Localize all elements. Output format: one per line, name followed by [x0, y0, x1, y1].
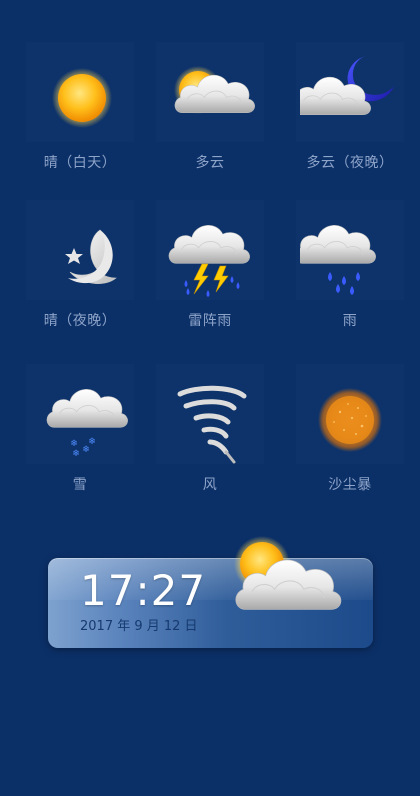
cloudy-night-icon — [300, 56, 394, 116]
weather-item-label: 晴（夜晚） — [43, 313, 117, 329]
weather-icon-grid: 晴（白天） 多云 多云（夜晚） 晴（夜晚） 雷阵雨 雨 ❄ ❄ ❄ ❄ 雪 风 … — [0, 0, 420, 520]
weather-item-cloudy-night[interactable]: 多云（夜晚） — [280, 20, 420, 190]
partly-cloudy-icon — [234, 536, 342, 611]
thunderstorm-icon — [168, 224, 251, 297]
weather-item-label: 风 — [202, 477, 218, 493]
sun-icon — [52, 68, 112, 128]
rain-icon — [300, 224, 377, 295]
weather-item-thunderstorm[interactable]: 雷阵雨 — [140, 178, 280, 348]
weather-item-cloudy[interactable]: 多云 — [140, 20, 280, 190]
svg-text:❄: ❄ — [72, 449, 80, 459]
clear-night-icon — [65, 229, 117, 284]
snow-icon: ❄ ❄ ❄ ❄ — [46, 388, 129, 459]
wind-icon — [177, 385, 247, 464]
weather-item-label: 雪 — [72, 477, 88, 493]
partly-cloudy-icon — [174, 66, 256, 114]
clock-weather-widget[interactable]: 17:27 2017 年 9 月 12 日 — [48, 536, 373, 648]
weather-item-clear-night[interactable]: 晴（夜晚） — [10, 178, 150, 348]
weather-item-rain[interactable]: 雨 — [280, 178, 420, 348]
clock-time: 17:27 — [80, 566, 207, 615]
weather-item-label: 晴（白天） — [43, 155, 117, 171]
weather-item-wind[interactable]: 风 — [140, 342, 280, 512]
weather-item-label: 雷阵雨 — [188, 313, 232, 329]
sandstorm-icon — [318, 388, 382, 452]
weather-item-sandstorm[interactable]: 沙尘暴 — [280, 342, 420, 512]
weather-item-label: 多云（夜晚） — [306, 155, 394, 171]
weather-item-snow[interactable]: ❄ ❄ ❄ ❄ 雪 — [10, 342, 150, 512]
svg-text:❄: ❄ — [70, 439, 78, 449]
svg-text:❄: ❄ — [88, 437, 96, 447]
clock-date: 2017 年 9 月 12 日 — [80, 619, 198, 634]
weather-item-label: 雨 — [342, 313, 358, 329]
weather-item-sunny-day[interactable]: 晴（白天） — [10, 20, 150, 190]
weather-item-label: 多云 — [195, 155, 225, 171]
weather-item-label: 沙尘暴 — [328, 477, 372, 493]
